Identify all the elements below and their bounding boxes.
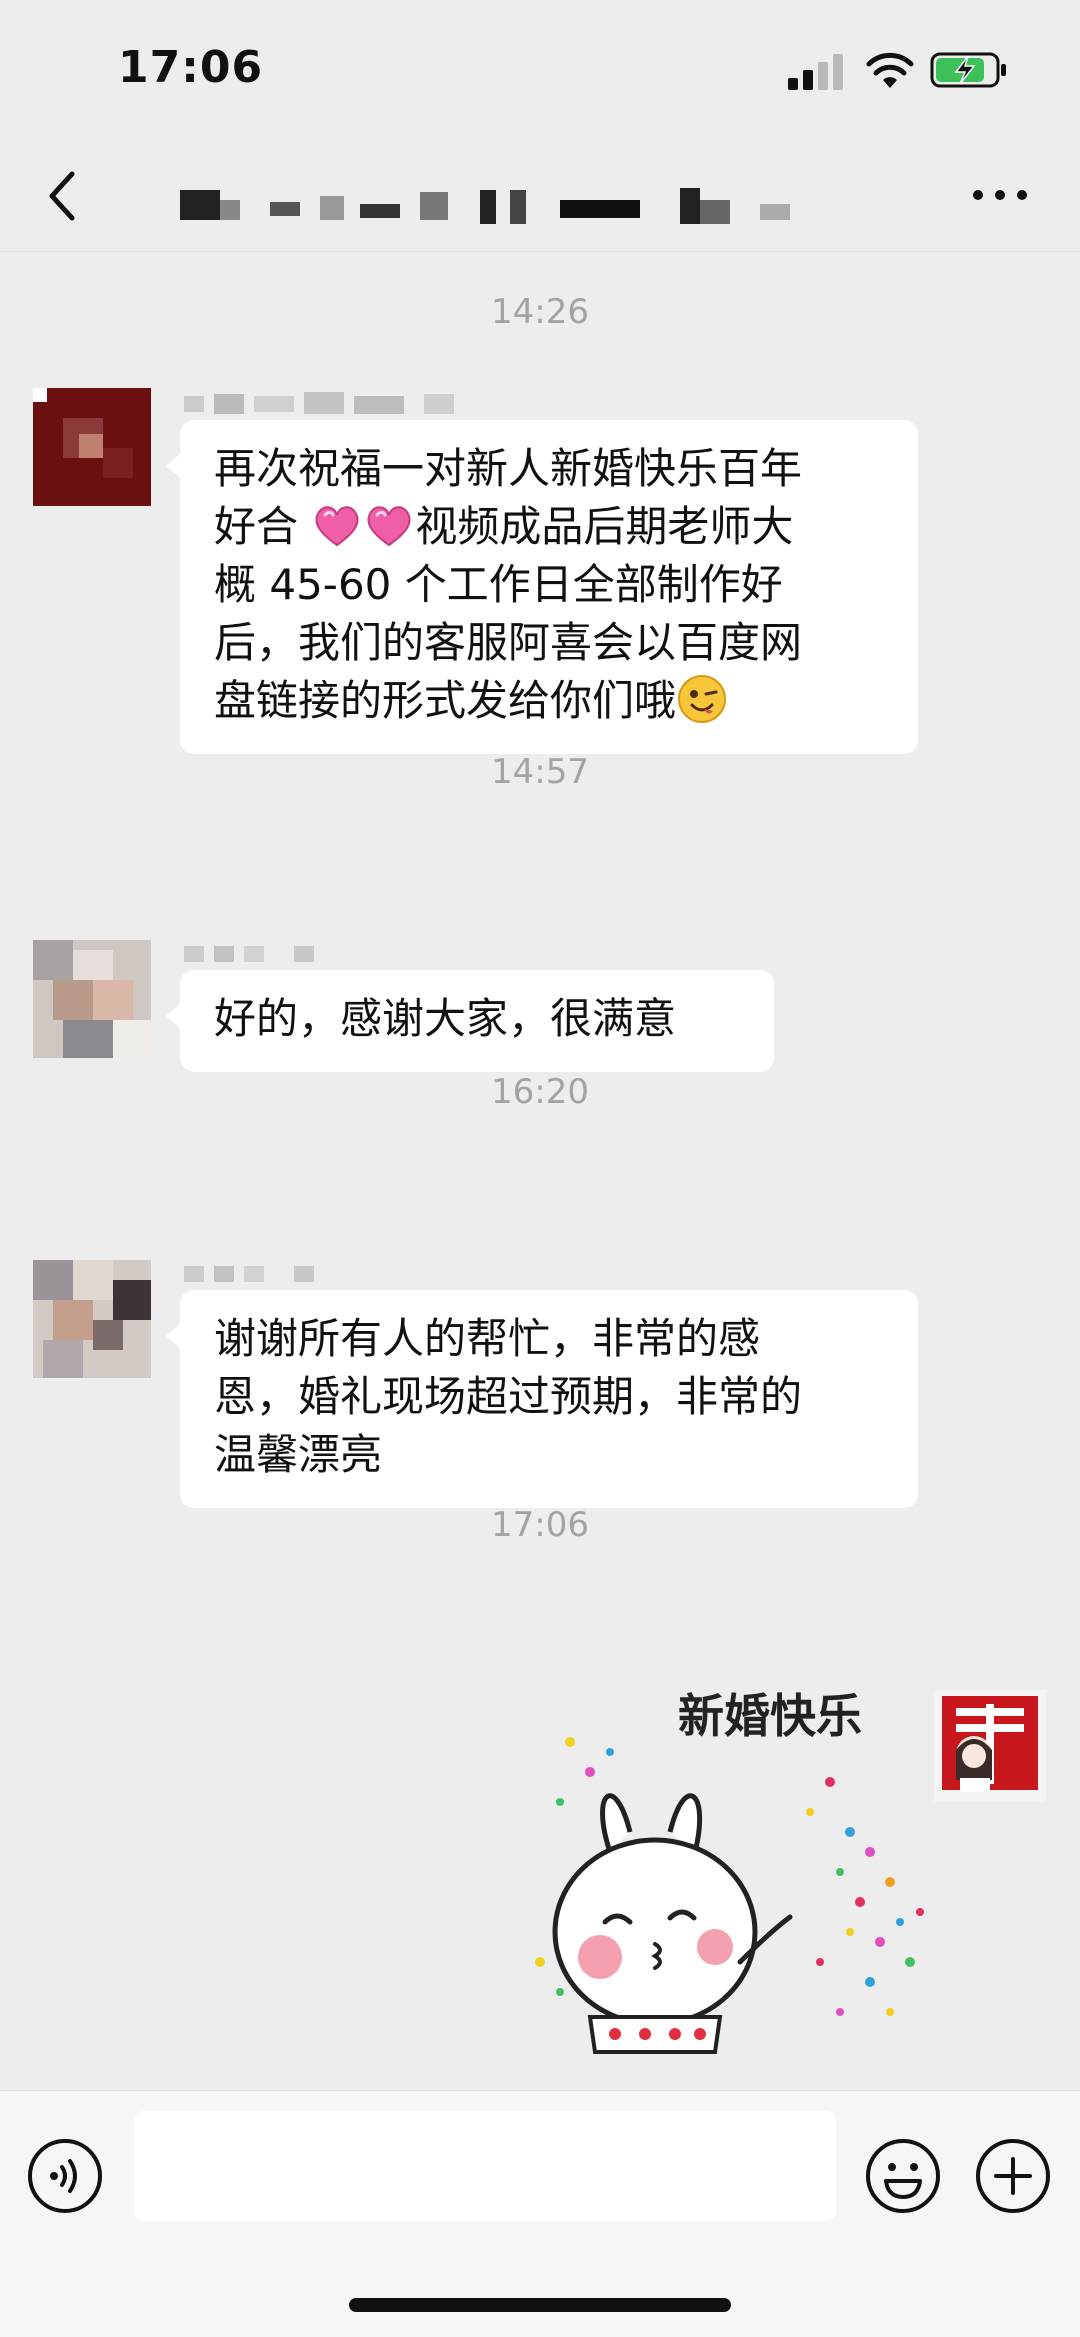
status-time: 17:06 bbox=[118, 42, 264, 93]
sender-name-redacted bbox=[184, 946, 314, 962]
avatar[interactable] bbox=[33, 388, 151, 506]
plus-icon[interactable] bbox=[974, 2137, 1052, 2215]
timestamp: 16:20 bbox=[491, 1072, 589, 1112]
message-input[interactable] bbox=[134, 2111, 836, 2221]
voice-input-icon[interactable] bbox=[26, 2137, 104, 2215]
message-text: 好的，感谢大家，很满意 bbox=[214, 994, 677, 1043]
chat-input-bar bbox=[0, 2090, 1080, 2337]
avatar[interactable] bbox=[33, 940, 151, 1058]
winking-face-icon bbox=[678, 675, 727, 723]
message-list[interactable]: 14:26 再次祝福一对新人新婚快乐百年 好合 视频成品后期老师大 概 45-6… bbox=[0, 252, 1080, 2090]
chat-header bbox=[0, 140, 1080, 252]
message-bubble[interactable]: 好的，感谢大家，很满意 bbox=[166, 970, 774, 1072]
sender-name-redacted bbox=[184, 1266, 314, 1282]
ellipsis-icon[interactable] bbox=[970, 180, 1030, 210]
timestamp: 14:26 bbox=[491, 292, 589, 332]
sticker-text: 新婚快乐 bbox=[678, 1689, 862, 1743]
wifi-icon bbox=[866, 52, 914, 88]
timestamp: 17:06 bbox=[491, 1505, 589, 1545]
home-indicator bbox=[349, 2298, 731, 2312]
sender-name-redacted bbox=[184, 392, 454, 414]
avatar[interactable] bbox=[33, 1260, 151, 1378]
message-bubble[interactable]: 再次祝福一对新人新婚快乐百年 好合 视频成品后期老师大 概 45-60 个工作日… bbox=[166, 420, 918, 754]
chat-title-redacted bbox=[180, 188, 790, 224]
sticker-image[interactable]: 新婚快乐 bbox=[520, 1682, 940, 2072]
timestamp: 14:57 bbox=[491, 752, 589, 792]
cellular-signal-icon bbox=[788, 54, 843, 90]
status-bar: 17:06 bbox=[0, 0, 1080, 140]
pink-heart-icon bbox=[367, 506, 411, 547]
my-avatar[interactable] bbox=[934, 1690, 1046, 1802]
chevron-left-icon[interactable] bbox=[40, 164, 84, 228]
battery-charging-icon bbox=[930, 52, 1006, 88]
emoji-icon[interactable] bbox=[864, 2137, 942, 2215]
pink-heart-icon bbox=[315, 506, 359, 547]
message-text: 谢谢所有人的帮忙，非常的感 恩，婚礼现场超过预期，非常的 温馨漂亮 bbox=[214, 1314, 803, 1479]
message-bubble[interactable]: 谢谢所有人的帮忙，非常的感 恩，婚礼现场超过预期，非常的 温馨漂亮 bbox=[166, 1290, 918, 1508]
